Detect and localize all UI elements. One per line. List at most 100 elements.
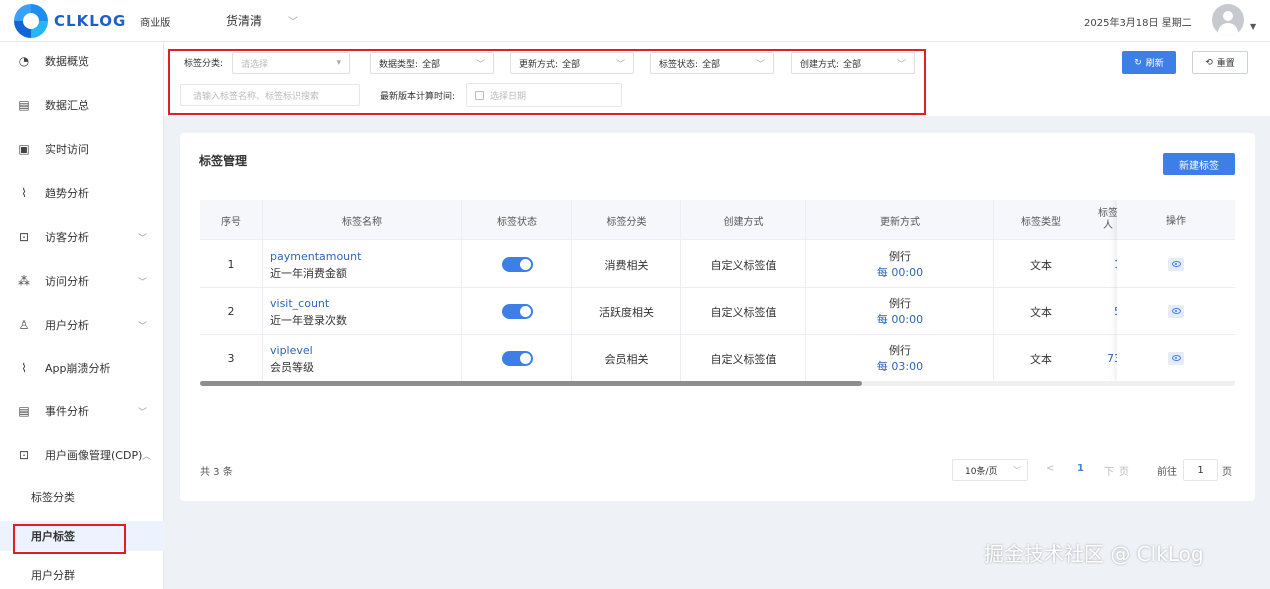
sidebar-item-user[interactable]: ♙ 用户分析 ﹀ (0, 310, 164, 340)
sidebar-sub-item-user-segment[interactable]: 用户分群 (0, 560, 164, 589)
update-time: 每 00:00 (876, 265, 924, 279)
page-size-select[interactable]: 10条/页 ﹀ (952, 459, 1028, 481)
update-time: 每 00:00 (876, 312, 924, 326)
gauge-icon: ◔ (18, 54, 30, 68)
tag-name-cell: paymentamount 近一年消费金额 (270, 241, 361, 288)
tag-display-name: 会员等级 (270, 360, 314, 374)
create-mode-cell: 自定义标签值 (710, 305, 777, 319)
tag-name-link[interactable]: visit_count (270, 295, 347, 312)
column-header-line: 人 (1103, 220, 1113, 231)
tag-table: 序号 标签名称 标签状态 标签分类 创建方式 更新方式 标签类型 标签 人 1 … (200, 200, 1235, 386)
current-page[interactable]: 1 (1077, 463, 1084, 474)
reset-button[interactable]: ⟲ 重置 (1192, 51, 1248, 74)
sidebar-item-label: 趋势分析 (45, 187, 89, 200)
status-cell (462, 335, 572, 382)
category-cell: 消费相关 (604, 258, 649, 272)
column-divider (262, 200, 263, 382)
access-icon: ⁂ (18, 274, 30, 288)
column-header[interactable]: 操作 (1117, 200, 1235, 240)
logo-text: CLKLOG (54, 12, 127, 30)
sidebar-item-trend[interactable]: ⌇ 趋势分析 (0, 178, 164, 208)
status-toggle[interactable] (501, 351, 533, 366)
row-index: 3 (227, 352, 235, 365)
sidebar-sub-item-tag-category[interactable]: 标签分类 (0, 482, 164, 512)
column-header[interactable]: 标签名称 (262, 200, 462, 240)
column-divider (571, 200, 572, 382)
column-header[interactable]: 更新方式 (806, 200, 994, 240)
event-icon: ▤ (18, 404, 30, 418)
tag-display-name: 近一年登录次数 (270, 313, 347, 327)
sidebar-sub-item-label: 标签分类 (31, 491, 75, 504)
column-header-line: 标签 (1098, 208, 1118, 219)
status-toggle[interactable] (501, 304, 533, 319)
tag-type-cell: 文本 (1030, 258, 1052, 272)
view-eye-icon[interactable] (1168, 351, 1184, 365)
user-icon: ♙ (18, 318, 30, 332)
update-mode-cell: 例行 每 00:00 (806, 241, 994, 288)
column-divider (680, 200, 681, 382)
logo-icon (14, 4, 48, 38)
sidebar-item-crash[interactable]: ⌇ App崩溃分析 (0, 353, 164, 383)
update-mode-cell: 例行 每 00:00 (806, 288, 994, 335)
sidebar-item-label: App崩溃分析 (45, 362, 111, 375)
status-cell (462, 288, 572, 335)
sidebar-item-cdp[interactable]: ⊡ 用户画像管理(CDP) ︿ (0, 440, 164, 470)
column-header[interactable]: 创建方式 (681, 200, 806, 240)
horizontal-scrollbar-thumb[interactable] (200, 381, 862, 386)
next-page-button[interactable]: 下页 (1104, 463, 1134, 478)
status-toggle[interactable] (501, 257, 533, 272)
chevron-up-icon: ︿ (142, 451, 152, 462)
sidebar-item-access[interactable]: ⁂ 访问分析 ﹀ (0, 266, 164, 296)
sidebar-item-label: 访客分析 (45, 231, 89, 244)
sidebar-item-label: 用户分析 (45, 319, 89, 332)
view-eye-icon[interactable] (1168, 304, 1184, 318)
tag-name-link[interactable]: paymentamount (270, 248, 361, 265)
prev-page-button[interactable]: < (1046, 463, 1054, 474)
total-count: 共 3 条 (200, 467, 233, 478)
column-divider (461, 200, 462, 382)
table-row: 2 visit_count 近一年登录次数 活跃度相关 自定义标签值 例行 每 … (200, 288, 1235, 335)
chevron-down-icon: ﹀ (138, 321, 148, 332)
chevron-down-icon: ﹀ (288, 17, 299, 28)
chevron-down-icon: ﹀ (138, 407, 148, 418)
reset-icon: ⟲ (1205, 57, 1213, 68)
trend-icon: ⌇ (21, 186, 27, 200)
sidebar-item-label: 数据概览 (45, 55, 89, 68)
operations-column: 操作 (1117, 200, 1235, 382)
column-header[interactable]: 序号 (200, 200, 262, 240)
app-selector[interactable]: 货清清 ﹀ (226, 12, 298, 29)
current-date: 2025年3月18日 星期二 (1084, 18, 1192, 29)
tag-name-link[interactable]: viplevel (270, 342, 314, 359)
row-index: 1 (227, 258, 235, 271)
page-number-input[interactable]: 1 (1183, 459, 1218, 481)
view-eye-icon[interactable] (1168, 257, 1184, 271)
column-header[interactable]: 标签类型 (994, 200, 1088, 240)
sidebar-item-summary[interactable]: ▤ 数据汇总 (0, 90, 164, 120)
avatar[interactable] (1212, 4, 1244, 36)
sidebar-item-label: 用户画像管理(CDP) (45, 449, 143, 462)
column-header[interactable]: 标签状态 (462, 200, 572, 240)
sidebar-item-label: 事件分析 (45, 405, 89, 418)
sidebar-item-overview[interactable]: ◔ 数据概览 (0, 46, 164, 76)
sidebar-item-event[interactable]: ▤ 事件分析 ﹀ (0, 396, 164, 426)
update-frequency: 例行 (888, 249, 911, 263)
visitor-icon: ⊡ (18, 230, 30, 244)
category-cell: 会员相关 (604, 352, 649, 366)
page-size-value: 10条/页 (965, 466, 998, 477)
tag-display-name: 近一年消费金额 (270, 266, 347, 280)
sidebar-item-realtime[interactable]: ▣ 实时访问 (0, 134, 164, 164)
column-header[interactable]: 标签分类 (572, 200, 681, 240)
row-index: 2 (227, 305, 235, 318)
refresh-button[interactable]: ↻ 刷新 (1122, 51, 1176, 74)
page-unit-label: 页 (1222, 467, 1232, 478)
caret-down-icon[interactable]: ▼ (1250, 22, 1256, 31)
table-header: 序号 标签名称 标签状态 标签分类 创建方式 更新方式 标签类型 标签 人 (200, 200, 1235, 240)
table-row: 3 viplevel 会员等级 会员相关 自定义标签值 例行 每 03:00 文… (200, 335, 1235, 382)
top-bar: CLKLOG 商业版 货清清 ﹀ 2025年3月18日 星期二 ▼ (0, 0, 1270, 42)
tag-name-cell: visit_count 近一年登录次数 (270, 288, 347, 335)
logo[interactable]: CLKLOG 商业版 (14, 4, 170, 38)
sidebar-item-visitor[interactable]: ⊡ 访客分析 ﹀ (0, 222, 164, 252)
sidebar-item-label: 数据汇总 (45, 99, 89, 112)
new-tag-button[interactable]: 新建标签 (1163, 153, 1235, 175)
chevron-down-icon: ﹀ (138, 233, 148, 244)
